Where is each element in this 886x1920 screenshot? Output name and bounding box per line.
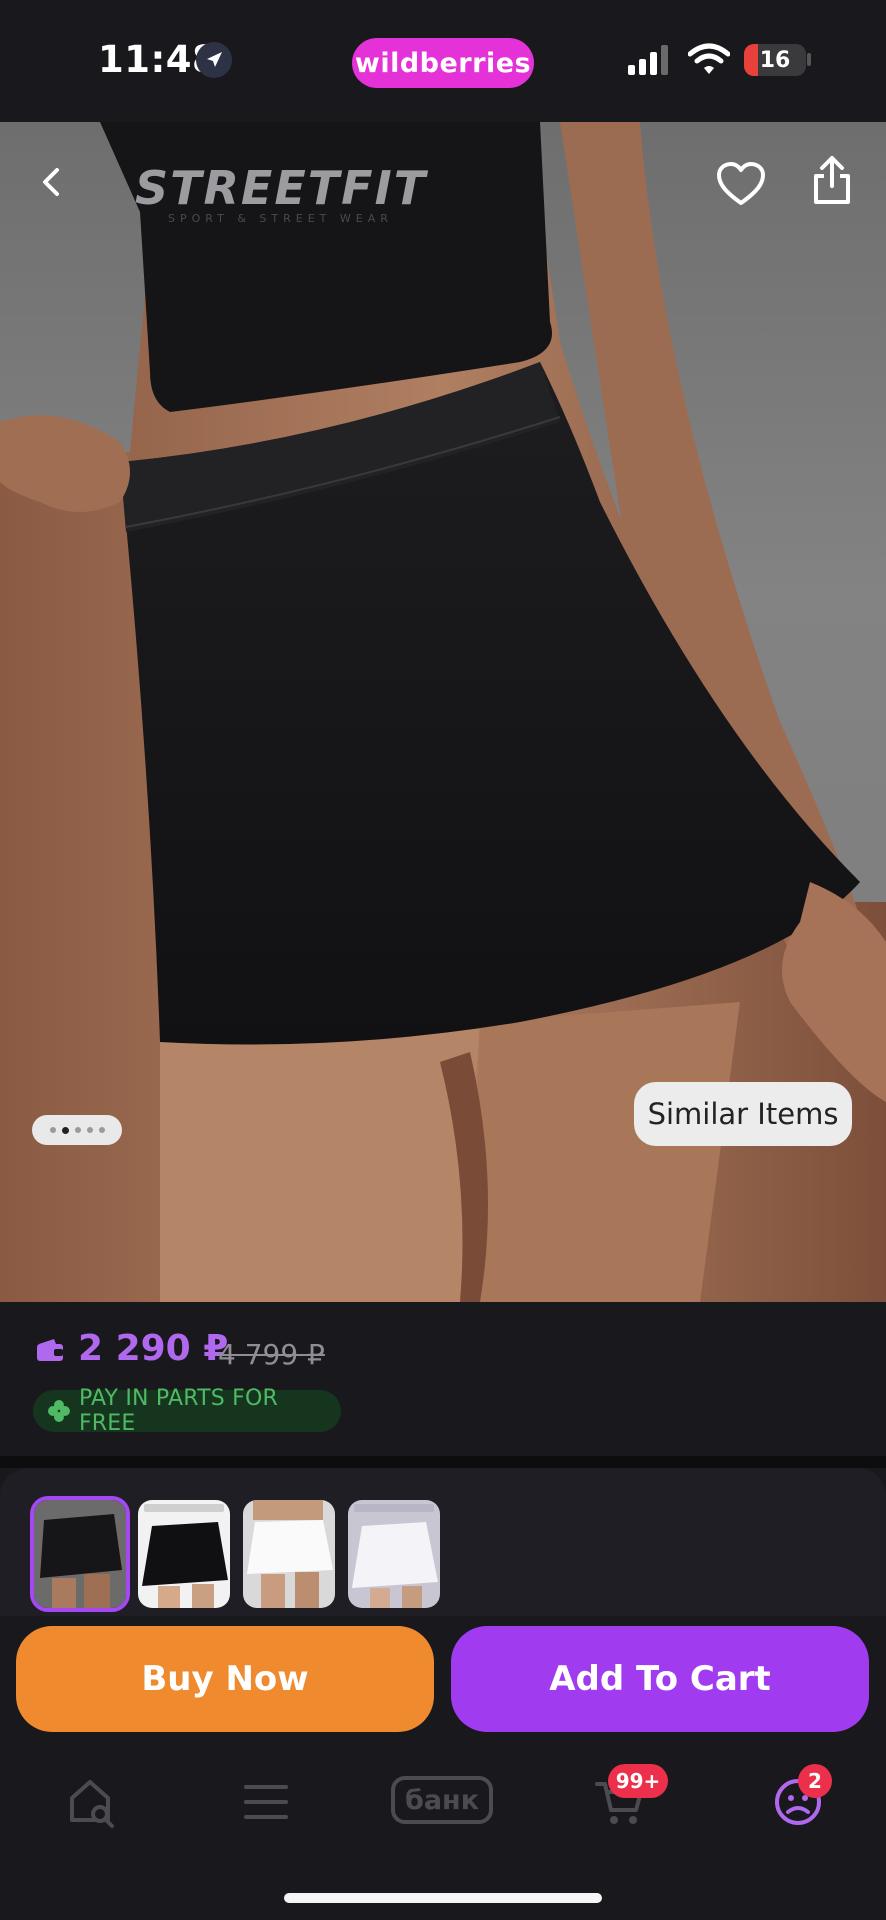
tab-catalog[interactable] [236, 1774, 296, 1830]
similar-items-button[interactable]: Similar Items [634, 1082, 852, 1146]
installment-badge[interactable]: PAY IN PARTS FOR FREE [33, 1386, 341, 1436]
image-pagination [32, 1115, 122, 1145]
tab-home-search[interactable] [62, 1774, 122, 1830]
status-bar: 11:48 wildberries 16 [0, 0, 886, 122]
back-button[interactable] [22, 152, 82, 212]
variants-section [0, 1468, 886, 1616]
share-button[interactable] [802, 150, 862, 210]
cart-badge: 99+ [608, 1764, 668, 1798]
battery-indicator: 16 [744, 44, 806, 76]
share-icon [814, 156, 850, 204]
brand-logo[interactable]: wildberries [352, 38, 534, 88]
location-arrow-icon [196, 42, 232, 78]
installment-label: PAY IN PARTS FOR FREE [78, 1386, 278, 1436]
variant-thumbnail[interactable] [138, 1500, 230, 1608]
variant-thumbnail-selected[interactable] [30, 1496, 130, 1612]
profile-badge: 2 [798, 1764, 832, 1798]
pagination-dot [98, 1127, 105, 1133]
pagination-dot [49, 1127, 56, 1133]
battery-level: 16 [759, 47, 791, 73]
pagination-dot-active [61, 1126, 69, 1134]
home-search-icon [70, 1780, 114, 1828]
heart-icon [717, 162, 765, 205]
brand-mark: STREETFIT [135, 161, 429, 215]
signal-icon [628, 45, 668, 75]
pagination-dot [86, 1127, 93, 1133]
menu-icon [244, 1785, 288, 1819]
clover-icon [47, 1400, 70, 1422]
favorite-button[interactable] [711, 154, 771, 214]
pagination-dot [74, 1127, 81, 1133]
chevron-left-icon [43, 168, 59, 196]
tab-bank[interactable]: банк [391, 1776, 493, 1824]
product-image-gallery[interactable]: STREETFIT SPORT & STREET WEAR Similar It… [0, 122, 886, 1302]
buy-now-button[interactable]: Buy Now [16, 1626, 434, 1732]
home-indicator [284, 1893, 602, 1903]
wallet-icon [37, 1339, 63, 1361]
old-price: 4 799 ₽ [218, 1338, 325, 1371]
add-to-cart-button[interactable]: Add To Cart [451, 1626, 869, 1732]
current-price: 2 290 ₽ [78, 1328, 229, 1369]
brand-tagline: SPORT & STREET WEAR [168, 212, 393, 225]
variant-thumbnail[interactable] [243, 1500, 335, 1608]
wifi-icon [688, 43, 730, 74]
variant-thumbnail[interactable] [348, 1500, 440, 1608]
